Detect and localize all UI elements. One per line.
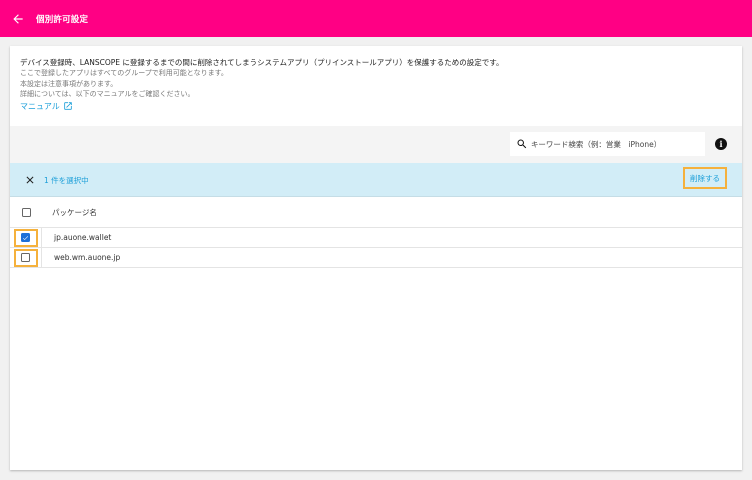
select-all-checkbox[interactable] (21, 207, 31, 217)
table-row[interactable]: web.wm.auone.jp (10, 248, 742, 268)
page-title: 個別許可設定 (36, 14, 89, 25)
checkbox-highlight (13, 248, 38, 267)
search-icon (517, 139, 527, 149)
checkmark-icon (22, 235, 29, 240)
selection-count: 1 件を選択中 (44, 176, 89, 185)
description-main: デバイス登録時、LANSCOPE に登録するまでの間に削除されてしまうシステムア… (20, 58, 504, 67)
search-input[interactable] (530, 139, 705, 149)
toolbar: i (10, 126, 742, 163)
column-header-package: パッケージ名 (52, 207, 97, 217)
table-header: パッケージ名 (10, 197, 742, 228)
clear-selection-button[interactable] (24, 174, 36, 186)
delete-button[interactable]: 削除する (683, 167, 727, 189)
description-line: 詳細については、以下のマニュアルをご確認ください。 (20, 90, 195, 98)
info-icon: i (719, 139, 723, 149)
manual-link-label: マニュアル (20, 101, 60, 111)
description-line: ここで登録したアプリはすべてのグループで利用可能となります。 (20, 69, 228, 77)
row-checkbox[interactable] (21, 253, 30, 262)
search-box[interactable] (510, 132, 705, 156)
app-bar: 個別許可設定 (0, 0, 752, 37)
checkbox-highlight (13, 228, 38, 247)
select-all-cell (10, 197, 42, 227)
external-link-icon (64, 102, 72, 110)
description-line: 本設定は注意事項があります。 (20, 79, 118, 88)
package-name: web.wm.auone.jp (54, 253, 121, 262)
row-checkbox-cell (10, 228, 42, 247)
description: デバイス登録時、LANSCOPE に登録するまでの間に削除されてしまうシステムア… (20, 58, 732, 112)
back-button[interactable] (7, 8, 29, 30)
manual-link[interactable]: マニュアル (20, 101, 73, 112)
close-icon (26, 176, 34, 184)
package-name: jp.auone.wallet (54, 233, 112, 242)
selection-bar: 1 件を選択中 削除する (10, 163, 742, 197)
package-table: パッケージ名 jp.auone.wallet web.wm.auone.jp (10, 197, 742, 268)
row-checkbox[interactable] (21, 233, 30, 242)
settings-card: デバイス登録時、LANSCOPE に登録するまでの間に削除されてしまうシステムア… (10, 46, 742, 470)
table-row[interactable]: jp.auone.wallet (10, 228, 742, 248)
row-checkbox-cell (10, 248, 42, 267)
info-button[interactable]: i (715, 138, 727, 150)
arrow-left-icon (13, 13, 23, 24)
